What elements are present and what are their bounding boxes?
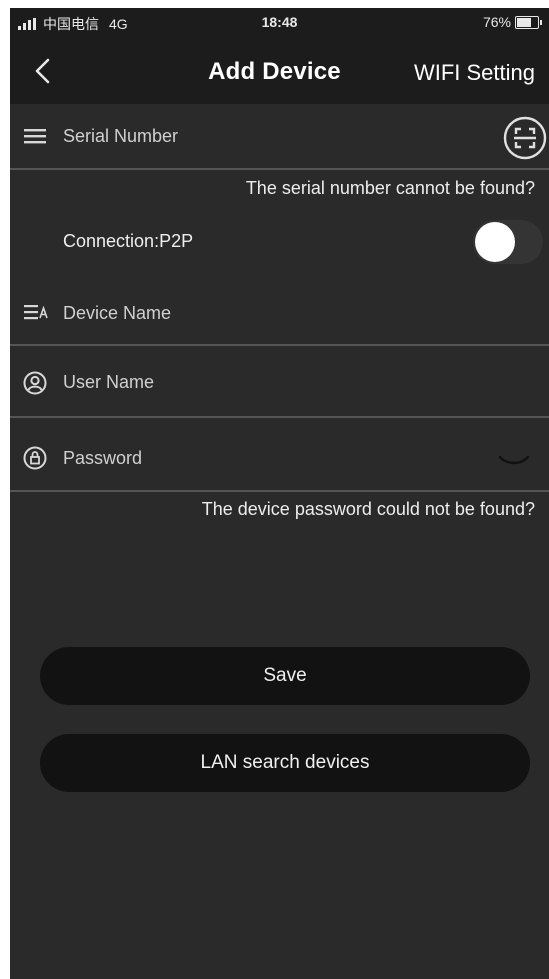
- battery-icon: [515, 15, 542, 29]
- status-bar: 中国电信 4G 18:48 76%: [10, 8, 549, 38]
- password-row[interactable]: Password: [10, 418, 549, 490]
- lan-search-button[interactable]: LAN search devices: [40, 734, 530, 792]
- device-name-icon: [24, 305, 48, 320]
- list-icon: [24, 129, 46, 144]
- wifi-setting-button[interactable]: WIFI Setting: [414, 60, 535, 86]
- serial-number-input[interactable]: Serial Number: [63, 126, 178, 147]
- user-icon: [23, 371, 47, 395]
- save-button[interactable]: Save: [40, 647, 530, 705]
- connection-label: Connection:P2P: [63, 231, 194, 251]
- scan-icon[interactable]: [503, 116, 547, 160]
- app-screen: 中国电信 4G 18:48 76% Add Device WIFI Settin…: [10, 8, 549, 979]
- lock-icon: [23, 446, 47, 470]
- toggle-knob: [475, 222, 515, 262]
- nav-bar: Add Device WIFI Setting: [10, 38, 549, 104]
- user-name-row[interactable]: User Name: [10, 346, 549, 416]
- device-name-input[interactable]: Device Name: [63, 303, 171, 324]
- status-right: 76%: [482, 14, 542, 30]
- connection-row: Connection:P2P: [10, 214, 549, 270]
- device-name-row[interactable]: Device Name: [10, 280, 549, 344]
- connection-toggle[interactable]: [473, 220, 543, 264]
- divider: [10, 168, 549, 170]
- user-name-input[interactable]: User Name: [63, 372, 154, 393]
- serial-number-row[interactable]: Serial Number: [10, 104, 549, 168]
- serial-help-link[interactable]: The serial number cannot be found?: [246, 178, 535, 199]
- battery-percent: 76%: [482, 14, 511, 30]
- password-help-link[interactable]: The device password could not be found?: [202, 499, 535, 520]
- password-input[interactable]: Password: [63, 448, 142, 469]
- status-time: 18:48: [261, 14, 298, 30]
- eye-closed-icon[interactable]: [497, 454, 531, 468]
- divider: [10, 490, 549, 492]
